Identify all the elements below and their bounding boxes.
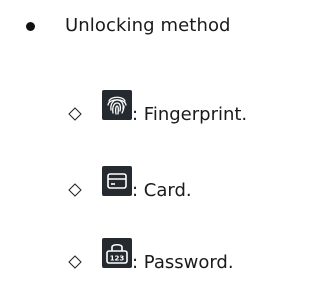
keypad-digits: 123 <box>110 255 125 263</box>
section-heading: Unlocking method <box>26 8 231 44</box>
card-label: : Card. <box>132 180 192 201</box>
list-item-password: 123 : Password. <box>68 238 234 274</box>
list-item-fingerprint: : Fingerprint. <box>68 90 247 126</box>
fingerprint-icon <box>102 90 132 120</box>
bullet-icon <box>26 21 35 31</box>
diamond-bullet-icon <box>68 107 82 121</box>
list-item-card: : Card. <box>68 166 192 202</box>
card-icon <box>102 166 132 196</box>
diamond-bullet-icon <box>68 183 82 197</box>
section-title: Unlocking method <box>65 15 231 36</box>
password-keypad-icon: 123 <box>102 238 132 268</box>
diamond-bullet-icon <box>68 255 82 269</box>
fingerprint-label: : Fingerprint. <box>132 104 248 125</box>
password-label: : Password. <box>132 252 234 273</box>
